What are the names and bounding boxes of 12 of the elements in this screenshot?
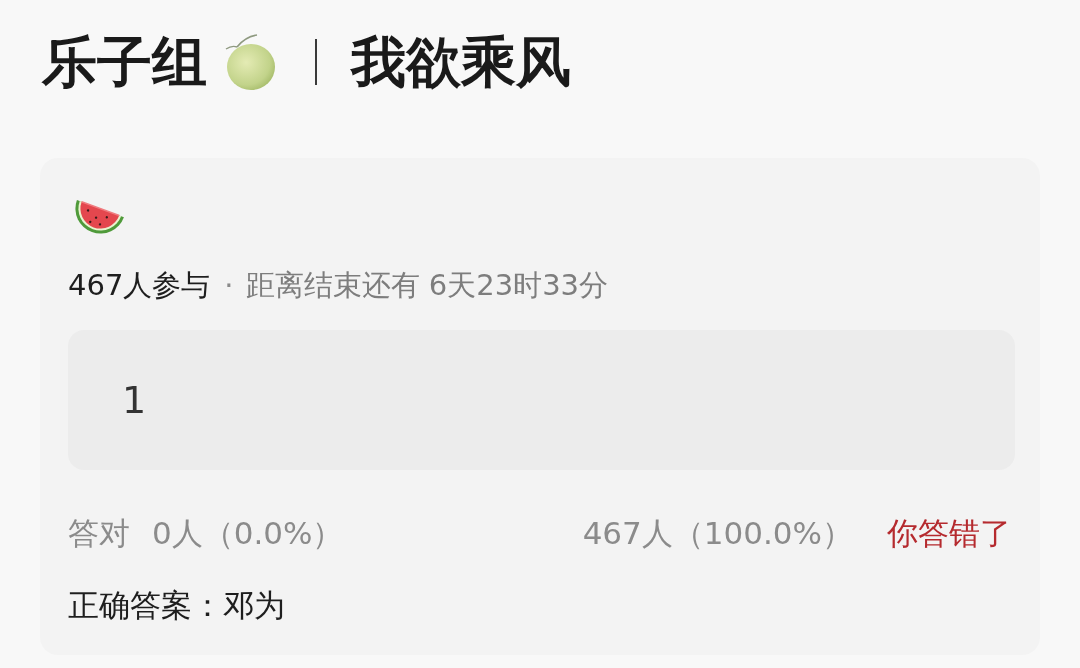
verdict-text: 你答错了 xyxy=(887,514,1011,553)
chosen-count: 467人（100.0%） xyxy=(582,514,853,553)
correct-count: 0人（0.0%） xyxy=(152,514,344,553)
participant-count: 467人参与 xyxy=(68,267,211,303)
answer-box: 1 xyxy=(68,330,1015,470)
melon-icon xyxy=(223,33,277,91)
separator-dot: · xyxy=(224,267,234,303)
correct-label: 答对 xyxy=(68,514,130,553)
time-remaining: 距离结束还有 6天23时33分 xyxy=(245,267,609,303)
page-title: 我欲乘风 xyxy=(351,30,571,94)
correct-answer: 正确答案：邓为 xyxy=(68,586,286,625)
group-name: 乐子组 xyxy=(42,30,207,94)
